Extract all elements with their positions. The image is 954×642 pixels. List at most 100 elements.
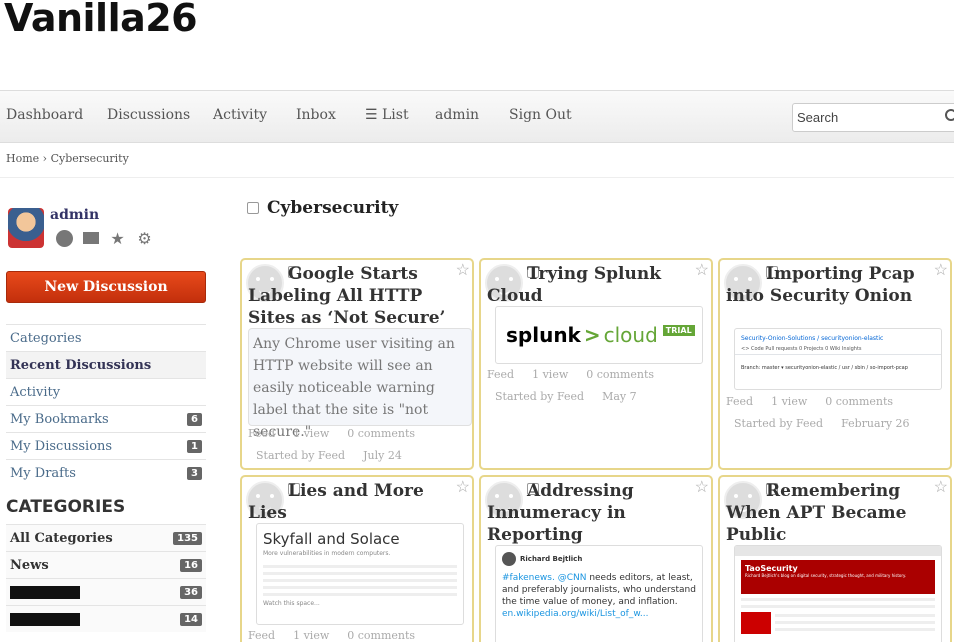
tweet-header: Richard Bejtlich (496, 546, 702, 572)
meta-date: July 24 (363, 449, 402, 462)
repo-path: Branch: master ▾ securityonion-elastic /… (741, 365, 908, 371)
meta-views: 1 view (293, 427, 330, 440)
discussion-tile[interactable]: ☆ Addressing Innumeracy in Reporting Ric… (479, 475, 713, 642)
embed-subheading: More vulnerabilities in modern computers… (263, 550, 391, 557)
tweet-mention[interactable]: @CNN (558, 573, 587, 583)
meta-views: 1 view (532, 368, 569, 381)
repo-tabs: <> Code Pull requests 0 Projects 0 Wiki … (735, 344, 941, 355)
meta-source: Feed (726, 395, 754, 408)
breadcrumb-home[interactable]: Home (6, 152, 39, 165)
discussion-tile[interactable]: ☆ Google Starts Labeling All HTTP Sites … (240, 258, 474, 470)
site-title[interactable]: Vanilla26 (4, 0, 198, 40)
text-line (263, 579, 457, 582)
category-list: All Categories 135 News 16 36 14 (6, 524, 206, 632)
sidebar-item-recent-discussions[interactable]: Recent Discussions (6, 351, 206, 378)
discussion-tile[interactable]: ☆ Lies and More Lies Skyfall and Solace … (240, 475, 474, 642)
redacted-label (10, 612, 80, 626)
meta-date: May 7 (602, 390, 637, 403)
nav-discussions[interactable]: Discussions (107, 107, 190, 123)
header-divider (0, 177, 954, 178)
embed-footer: Watch this space... (263, 600, 320, 607)
category-item-news[interactable]: News 16 (6, 551, 206, 578)
count-badge: 6 (187, 412, 202, 426)
discussion-title[interactable]: Importing Pcap into Security Onion (726, 263, 946, 307)
count-badge: 14 (180, 612, 202, 626)
text-line (775, 614, 935, 617)
gear-icon[interactable]: ⚙ (136, 230, 153, 247)
sidebar-nav: Categories Recent Discussions Activity M… (6, 324, 206, 486)
text-line (263, 572, 457, 575)
nav-dashboard[interactable]: Dashboard (6, 107, 83, 123)
sidebar-item-discussions[interactable]: My Discussions 1 (6, 432, 206, 459)
new-discussion-button[interactable]: New Discussion (6, 271, 206, 303)
tweet-avatar (502, 552, 516, 566)
discussion-excerpt: Any Chrome user visiting an HTTP website… (248, 328, 472, 440)
repo-name: Security-Onion-Solutions / securityonion… (741, 335, 884, 342)
meta-started-by: Started by Feed (256, 449, 346, 462)
text-line (263, 565, 457, 568)
user-icon-bar: ★ ⚙ (56, 230, 153, 247)
search-icon[interactable] (945, 109, 954, 121)
sidebar-item-drafts[interactable]: My Drafts 3 (6, 459, 206, 486)
nav-admin[interactable]: admin (435, 107, 479, 123)
discussion-title[interactable]: Addressing Innumeracy in Reporting (487, 480, 707, 546)
star-icon[interactable]: ★ (109, 230, 126, 247)
user-name[interactable]: admin (50, 207, 99, 223)
discussion-tile[interactable]: ☆ Remembering When APT Became Public Tao… (718, 475, 952, 642)
tweet-author: Richard Bejtlich (520, 555, 583, 563)
tweet-hashtag[interactable]: #fakenews. (502, 573, 555, 583)
nav-inbox[interactable]: Inbox (296, 107, 336, 123)
mail-icon[interactable] (83, 232, 99, 244)
nav-list[interactable]: ☰ List (365, 107, 409, 123)
splunk-logo: splunk > cloud TRIAL (496, 307, 702, 363)
sidebar-item-categories[interactable]: Categories (6, 324, 206, 351)
meta-views: 1 view (293, 629, 330, 642)
discussion-tile[interactable]: ☆ Importing Pcap into Security Onion Sec… (718, 258, 952, 470)
trial-badge: TRIAL (662, 324, 695, 336)
blog-subtitle: Richard Bejtlich's blog on digital secur… (745, 573, 907, 578)
post-row (741, 612, 935, 635)
globe-icon[interactable] (56, 230, 73, 247)
discussion-meta: Feed 1 view 0 comments (487, 368, 654, 381)
nav-sign-out[interactable]: Sign Out (509, 107, 572, 123)
search-input[interactable] (793, 104, 933, 131)
browser-bar (735, 546, 941, 556)
discussion-title[interactable]: Lies and More Lies (248, 480, 468, 524)
meta-comments: 0 comments (586, 368, 655, 381)
search-box (792, 103, 954, 132)
discussion-meta: Feed 1 view 0 comments (248, 427, 415, 440)
embed-heading: Skyfall and Solace (263, 530, 400, 548)
category-item-all[interactable]: All Categories 135 (6, 524, 206, 551)
embed-tweet: Richard Bejtlich #fakenews. @CNN needs e… (495, 545, 703, 642)
main-navbar: Dashboard Discussions Activity Inbox ☰ L… (0, 90, 954, 143)
discussion-meta-started: Started by Feed May 7 (495, 390, 637, 403)
category-item-redacted[interactable]: 36 (6, 578, 206, 605)
count-badge: 16 (180, 558, 202, 572)
sidebar-item-activity[interactable]: Activity (6, 378, 206, 405)
sidebar-item-bookmarks[interactable]: My Bookmarks 6 (6, 405, 206, 432)
select-all-checkbox[interactable] (247, 202, 259, 214)
blog-banner: TaoSecurity Richard Bejtlich's blog on d… (741, 560, 935, 594)
sidebar-item-label: My Discussions (10, 438, 113, 454)
discussion-title[interactable]: Remembering When APT Became Public (726, 480, 946, 546)
embed-preview-image: splunk > cloud TRIAL (495, 306, 703, 364)
count-badge: 36 (180, 585, 202, 599)
redacted-label (10, 585, 80, 599)
categories-heading: CATEGORIES (6, 497, 126, 517)
user-avatar[interactable] (8, 208, 44, 248)
discussion-title[interactable]: Google Starts Labeling All HTTP Sites as… (248, 263, 468, 329)
discussion-meta: Feed 1 view 0 comments (248, 629, 415, 642)
meta-comments: 0 comments (825, 395, 894, 408)
count-badge: 3 (187, 466, 202, 480)
text-line (741, 598, 935, 601)
flag-image (741, 612, 771, 634)
nav-activity[interactable]: Activity (213, 107, 267, 123)
tweet-link[interactable]: en.wikipedia.org/wiki/List_of_w... (502, 609, 648, 619)
category-item-redacted[interactable]: 14 (6, 605, 206, 632)
discussion-meta-started: Started by Feed July 24 (256, 449, 402, 462)
text-line (775, 621, 935, 624)
meta-views: 1 view (771, 395, 808, 408)
discussion-title[interactable]: Trying Splunk Cloud (487, 263, 707, 307)
discussion-tile[interactable]: ☆ Trying Splunk Cloud splunk > cloud TRIAL … (479, 258, 713, 470)
breadcrumb-current[interactable]: Cybersecurity (51, 152, 129, 165)
